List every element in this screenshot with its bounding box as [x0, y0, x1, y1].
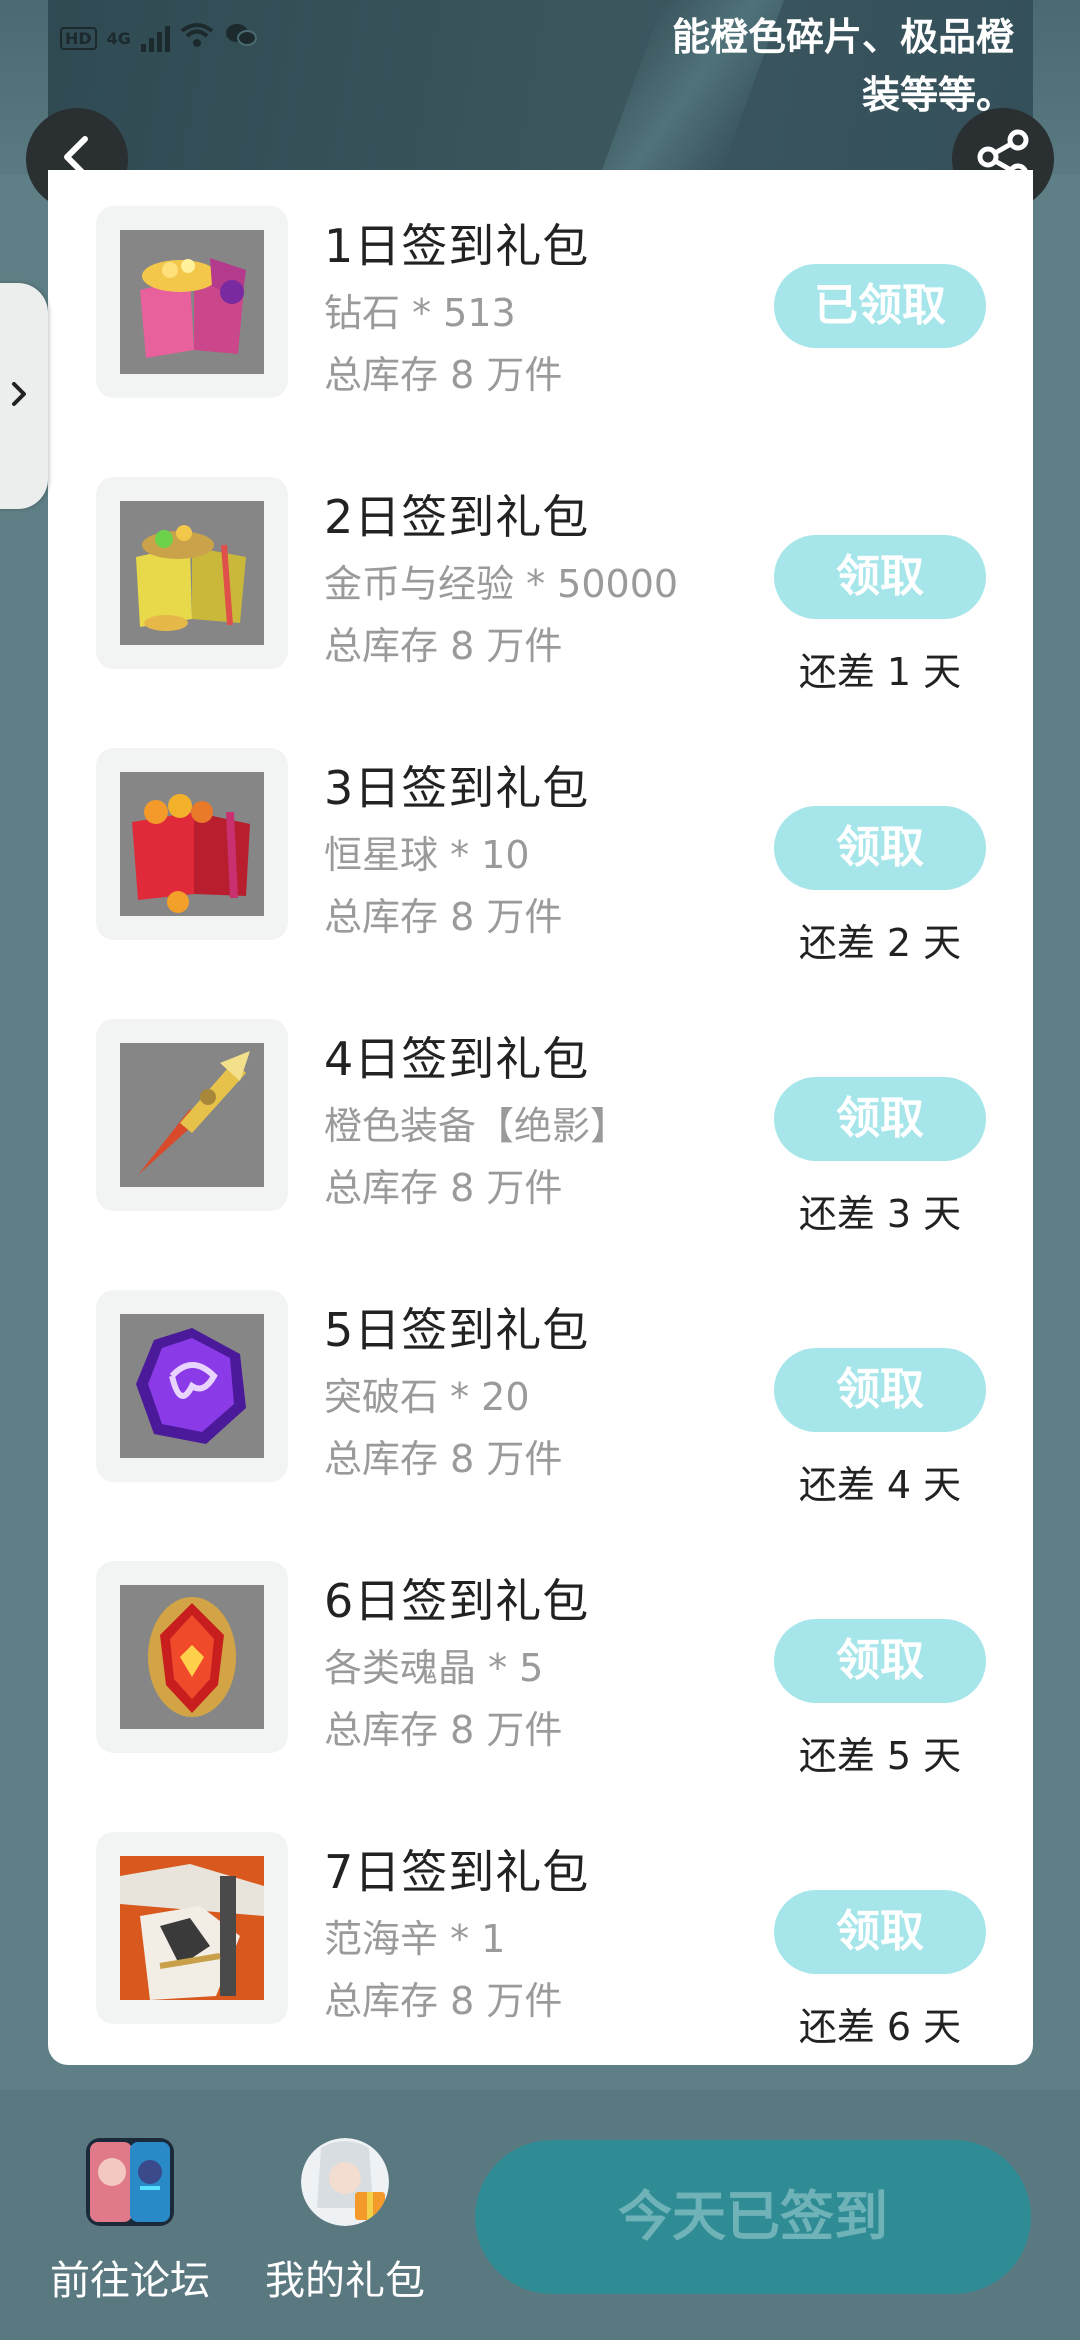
claim-button[interactable]: 领取 [774, 1348, 986, 1432]
gift-stock: 总库存 8 万件 [324, 624, 563, 668]
gift-title: 7日签到礼包 [324, 1845, 590, 1899]
gift-item-day-2: 2日签到礼包 金币与经验 * 50000 总库存 8 万件 领取 还差 1 天 [48, 441, 1033, 712]
days-remaining: 还差 6 天 [798, 2005, 962, 2049]
claim-button[interactable]: 领取 [774, 806, 986, 890]
red-soul-crystal-icon [120, 1585, 264, 1729]
gift-item-day-5: 5日签到礼包 突破石 * 20 总库存 8 万件 领取 还差 4 天 [48, 1254, 1033, 1525]
van-helsing-character-icon [120, 1856, 264, 2000]
gift-stock: 总库存 8 万件 [324, 895, 563, 939]
gift-item-day-3: 3日签到礼包 恒星球 * 10 总库存 8 万件 领取 还差 2 天 [48, 712, 1033, 983]
gift-thumbnail [96, 477, 288, 669]
gift-description: 橙色装备【绝影】 [324, 1104, 629, 1148]
gift-title: 1日签到礼包 [324, 219, 590, 273]
hd-indicator: HD [60, 26, 97, 50]
claim-button[interactable]: 领取 [774, 1619, 986, 1703]
forum-nav-item[interactable]: 前往论坛 [40, 2138, 220, 2306]
gift-stock: 总库存 8 万件 [324, 1708, 563, 1752]
banner-text-line2: 装等等。 [861, 73, 1014, 117]
claim-button[interactable]: 领取 [774, 1890, 986, 1974]
gift-description: 恒星球 * 10 [324, 833, 530, 877]
gift-stock: 总库存 8 万件 [324, 1979, 563, 2023]
gift-item-day-6: 6日签到礼包 各类魂晶 * 5 总库存 8 万件 领取 还差 5 天 [48, 1525, 1033, 1796]
gift-description: 钻石 * 513 [324, 291, 516, 335]
red-gift-box-orbs-icon [120, 772, 264, 916]
wechat-icon [224, 21, 258, 55]
bottom-bar: 前往论坛 我的礼包 今天已签到 [0, 2090, 1080, 2340]
days-remaining: 还差 2 天 [798, 921, 962, 965]
gift-item-day-4: 4日签到礼包 橙色装备【绝影】 总库存 8 万件 领取 还差 3 天 [48, 983, 1033, 1254]
gift-item-day-1: 1日签到礼包 钻石 * 513 总库存 8 万件 已领取 [48, 170, 1033, 441]
days-remaining: 还差 1 天 [798, 650, 962, 694]
gift-description: 各类魂晶 * 5 [324, 1646, 544, 1690]
gift-description: 突破石 * 20 [324, 1375, 530, 1419]
gift-title: 5日签到礼包 [324, 1303, 590, 1357]
claimed-button[interactable]: 已领取 [774, 264, 986, 348]
gift-thumbnail [96, 748, 288, 940]
golden-spear-icon [120, 1043, 264, 1187]
days-remaining: 还差 3 天 [798, 1192, 962, 1236]
gift-title: 2日签到礼包 [324, 490, 590, 544]
gift-thumbnail [96, 206, 288, 398]
my-gifts-nav-item[interactable]: 我的礼包 [255, 2138, 435, 2306]
gift-thumbnail [96, 1832, 288, 2024]
network-type: 4G [106, 28, 131, 48]
gift-thumbnail [96, 1290, 288, 1482]
gift-stock: 总库存 8 万件 [324, 1437, 563, 1481]
gift-thumbnail [96, 1019, 288, 1211]
my-gifts-icon [301, 2138, 389, 2226]
signed-today-button[interactable]: 今天已签到 [475, 2140, 1031, 2294]
yellow-gift-box-coins-icon [120, 501, 264, 645]
gift-title: 4日签到礼包 [324, 1032, 590, 1086]
wifi-icon [180, 21, 214, 55]
claim-button[interactable]: 领取 [774, 535, 986, 619]
banner-text-line1: 能橙色碎片、极品橙 [671, 15, 1014, 59]
purple-breakthrough-stone-icon [120, 1314, 264, 1458]
gift-stock: 总库存 8 万件 [324, 353, 563, 397]
gift-item-day-7: 7日签到礼包 范海辛 * 1 总库存 8 万件 领取 还差 6 天 [48, 1796, 1033, 2067]
status-bar: HD 4G [60, 18, 258, 58]
gift-description: 金币与经验 * 50000 [324, 562, 679, 606]
claim-button[interactable]: 领取 [774, 1077, 986, 1161]
banner-text: 能橙色碎片、极品橙 装等等。 [614, 8, 1014, 124]
my-gifts-label: 我的礼包 [265, 2258, 425, 2304]
gift-title: 6日签到礼包 [324, 1574, 590, 1628]
gift-stock: 总库存 8 万件 [324, 1166, 563, 1210]
gift-title: 3日签到礼包 [324, 761, 590, 815]
forum-icon [86, 2138, 174, 2226]
signal-icon [140, 24, 170, 52]
forum-label: 前往论坛 [50, 2258, 210, 2304]
days-remaining: 还差 4 天 [798, 1463, 962, 1507]
side-drawer-tab[interactable] [0, 283, 48, 509]
gift-list-card: 1日签到礼包 钻石 * 513 总库存 8 万件 已领取 2日签到礼包 金币与经… [48, 170, 1033, 2065]
chevron-right-icon [9, 379, 29, 413]
gift-thumbnail [96, 1561, 288, 1753]
pink-gift-box-diamonds-icon [120, 230, 264, 374]
days-remaining: 还差 5 天 [798, 1734, 962, 1778]
gift-description: 范海辛 * 1 [324, 1917, 506, 1961]
